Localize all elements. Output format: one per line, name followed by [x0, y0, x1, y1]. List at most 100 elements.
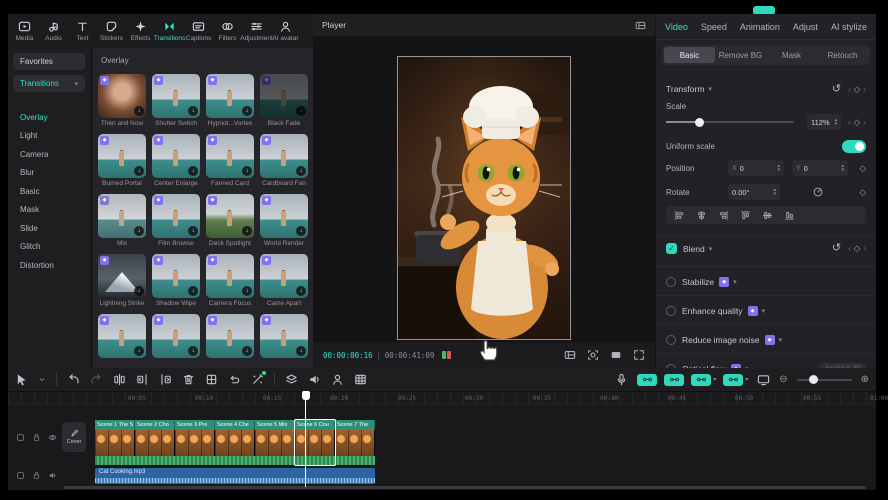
transition-card[interactable]: ◆ ↓ Lightning Strike — [98, 254, 146, 308]
lock-icon[interactable] — [32, 433, 41, 442]
chevron-down-icon[interactable]: ▾ — [708, 85, 712, 93]
timeline-clip[interactable]: Scene 5 Mix — [255, 420, 295, 465]
section-checkbox[interactable] — [666, 335, 676, 345]
align-b-icon[interactable] — [784, 210, 795, 221]
audio-clip[interactable]: Cat Cooking.mp3 — [95, 468, 375, 484]
caret-down-icon[interactable] — [38, 373, 46, 386]
download-badge-icon[interactable]: ↓ — [188, 226, 198, 236]
rotate-stepper[interactable]: ▴▾ — [773, 188, 776, 197]
inspector-tab[interactable]: Adjust — [793, 22, 818, 32]
reverse-icon[interactable] — [228, 373, 241, 386]
timeline-clip[interactable]: Scene 2 Cho — [135, 420, 175, 465]
topbar-item[interactable]: Audio — [39, 20, 68, 42]
transition-card[interactable]: ◆ ↓ Then and Now — [98, 74, 146, 128]
transition-card[interactable]: ◆ ↓ — [98, 314, 146, 368]
snap-toggle[interactable] — [723, 374, 748, 386]
keyframe-next-icon[interactable]: › — [863, 85, 866, 94]
transition-card[interactable]: ◆ ↓ Shutter Switch — [152, 74, 200, 128]
playhead[interactable] — [305, 392, 306, 487]
section-checkbox[interactable] — [666, 277, 676, 287]
timeline-ruler[interactable]: 00:05 00:10 00:15 00:20 00:25 00:30 00:3… — [8, 392, 876, 405]
timeline-clip[interactable]: Scene 4 Che — [215, 420, 255, 465]
timeline-clip[interactable]: Scene 6 Cou — [295, 420, 335, 465]
undo-icon[interactable] — [67, 373, 80, 386]
chevron-down-icon[interactable]: ▾ — [762, 307, 766, 315]
download-badge-icon[interactable]: ↓ — [188, 166, 198, 176]
mic-icon[interactable] — [615, 373, 628, 386]
timeline-scrollbar[interactable] — [64, 486, 866, 489]
scale-value-box[interactable]: 112% ▴▾ — [807, 114, 841, 130]
transition-card[interactable]: ◆ ↓ Cardboard Fan — [260, 134, 308, 188]
redo-icon[interactable] — [90, 373, 103, 386]
keyframe-diamond-icon[interactable]: ◇ — [859, 163, 866, 174]
reset-transform-icon[interactable]: ↺ — [832, 84, 841, 95]
keyframe-diamond-icon[interactable]: ◇ — [854, 117, 861, 128]
align-l-icon[interactable] — [674, 210, 685, 221]
fillrect-icon[interactable] — [610, 349, 622, 361]
preview-mode-icon[interactable] — [757, 373, 770, 386]
position-x-box[interactable]: X 0 ▴▾ — [728, 160, 784, 176]
inspector-tab[interactable]: Animation — [740, 22, 780, 32]
timeline-clip[interactable]: Scene 3 Pre — [175, 420, 215, 465]
transition-card[interactable]: ◆ ↓ — [206, 314, 254, 368]
download-badge-icon[interactable]: ↓ — [242, 106, 252, 116]
position-y-stepper[interactable]: ▴▾ — [841, 164, 844, 173]
inspector-subtab[interactable]: Mask — [766, 47, 817, 63]
lock-icon[interactable] — [32, 471, 41, 480]
transition-card[interactable]: ◆ ↓ Mix — [98, 194, 146, 248]
sidebar-category-item[interactable]: Glitch — [8, 238, 91, 257]
focus-icon[interactable] — [587, 349, 599, 361]
snap-toggle[interactable] — [664, 374, 684, 386]
inspector-section-row[interactable]: Reduce image noise ◆ ▾ — [656, 324, 876, 354]
chevron-down-icon[interactable]: ▾ — [709, 245, 713, 253]
eye-icon[interactable] — [48, 433, 57, 442]
zoom-out-icon[interactable]: ⊖ — [779, 375, 787, 385]
topbar-item[interactable]: Transitions — [155, 20, 184, 42]
timeline-zoom-slider[interactable] — [797, 379, 852, 381]
blend-row[interactable]: Blend ▾ ↺ ‹◇› — [656, 236, 876, 260]
snap-toggle[interactable] — [637, 374, 657, 386]
download-badge-icon[interactable]: ↓ — [296, 346, 306, 356]
avatar-icon[interactable] — [331, 373, 344, 386]
topbar-item[interactable]: Filters — [213, 20, 242, 42]
sidebar-category-item[interactable]: Slide — [8, 219, 91, 238]
zoom-slider-handle[interactable] — [809, 375, 818, 384]
align-m-icon[interactable] — [762, 210, 773, 221]
speaker-icon[interactable] — [48, 471, 57, 480]
mixer-icon[interactable] — [285, 373, 298, 386]
sidebar-category-item[interactable]: Overlay — [8, 108, 91, 127]
transition-card[interactable]: ◆ ↓ Center Enlarge — [152, 134, 200, 188]
download-badge-icon[interactable]: ↓ — [134, 166, 144, 176]
rotate-value-box[interactable]: 0.00° ▴▾ — [728, 184, 780, 200]
scale-stepper[interactable]: ▴▾ — [835, 118, 838, 127]
uniform-scale-toggle[interactable] — [842, 140, 866, 153]
position-y-box[interactable]: Y 0 ▴▾ — [792, 160, 848, 176]
reset-blend-icon[interactable]: ↺ — [832, 243, 841, 254]
sidebar-category-item[interactable]: Mask — [8, 201, 91, 220]
rotate-dial-icon[interactable] — [812, 186, 824, 198]
box-icon[interactable] — [16, 433, 25, 442]
transition-card[interactable]: ◆ ↓ Black Fade — [260, 74, 308, 128]
inspector-subtab[interactable]: Retouch — [817, 47, 868, 63]
topbar-item[interactable]: Media — [10, 20, 39, 42]
position-x-stepper[interactable]: ▴▾ — [777, 164, 780, 173]
transition-card[interactable]: ◆ ↓ — [152, 314, 200, 368]
trim-r-icon[interactable] — [159, 373, 172, 386]
keyframe-prev-icon[interactable]: ‹ — [848, 85, 851, 94]
transition-card[interactable]: ◆ ↓ Deck Spotlight — [206, 194, 254, 248]
keyframe-next-icon[interactable]: › — [863, 118, 866, 127]
sidebar-category-item[interactable]: Distortion — [8, 256, 91, 275]
download-badge-icon[interactable]: ↓ — [188, 106, 198, 116]
chevron-down-icon[interactable]: ▾ — [733, 278, 737, 286]
inspector-subtab[interactable]: Remove BG — [715, 47, 766, 63]
transition-card[interactable]: ◆ ↓ Shadow Wipe — [152, 254, 200, 308]
ratio-icon[interactable] — [564, 349, 576, 361]
download-badge-icon[interactable]: ↓ — [242, 166, 252, 176]
align-t-icon[interactable] — [740, 210, 751, 221]
preview-image[interactable] — [398, 57, 570, 339]
download-badge-icon[interactable]: ↓ — [242, 226, 252, 236]
cursor-icon[interactable] — [15, 373, 28, 386]
transition-card[interactable]: ◆ ↓ Fanned Card — [206, 134, 254, 188]
download-badge-icon[interactable]: ↓ — [188, 286, 198, 296]
transition-card[interactable]: ◆ ↓ Film Browse — [152, 194, 200, 248]
